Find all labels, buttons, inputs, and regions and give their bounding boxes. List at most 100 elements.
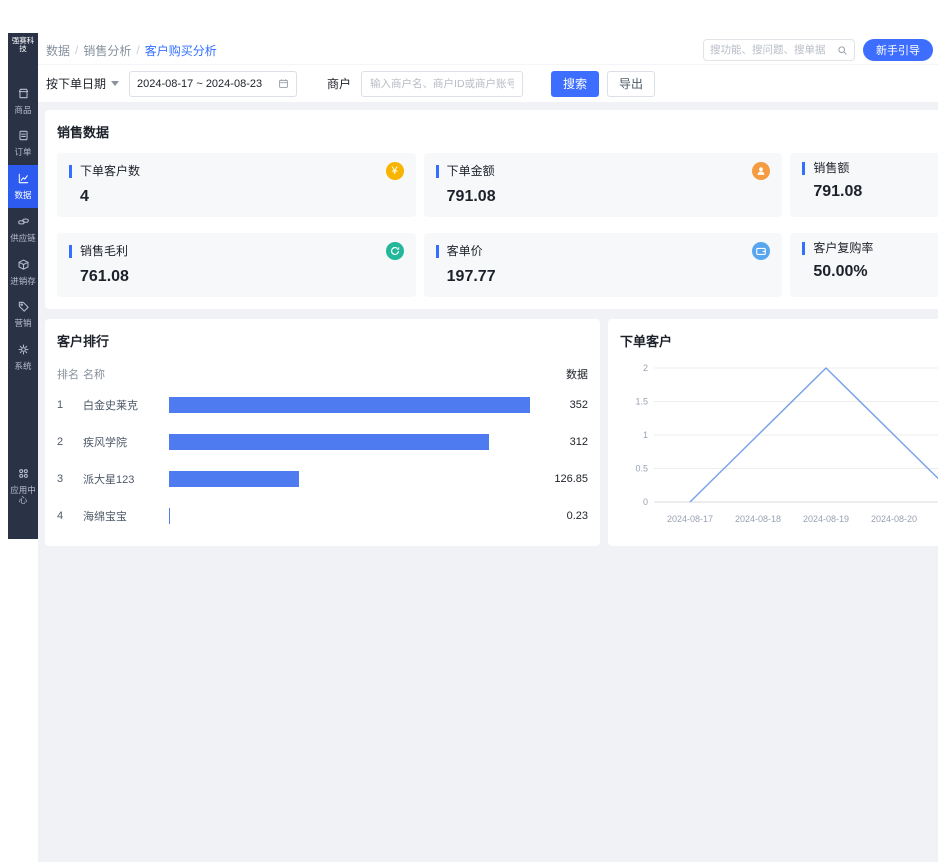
shop-icon <box>17 87 30 103</box>
sidebar-item-label: 数据 <box>14 191 31 201</box>
marketing-icon <box>17 300 30 316</box>
rank-number: 4 <box>57 510 83 522</box>
svg-text:2024-08-19: 2024-08-19 <box>803 514 849 524</box>
column-name: 名称 <box>83 366 169 382</box>
svg-text:1.5: 1.5 <box>635 397 648 407</box>
grid-icon <box>17 467 30 483</box>
beginner-guide-button[interactable]: 新手引导 <box>863 39 933 61</box>
date-range-value: 2024-08-17 ~ 2024-08-23 <box>137 78 262 90</box>
breadcrumb-current: 客户购买分析 <box>145 42 217 59</box>
stat-label: 客户复购率 <box>802 242 873 255</box>
rank-bar <box>169 471 299 487</box>
stat-value: 791.08 <box>813 183 938 201</box>
stats-grid: 下单客户数 ¥ 4 下单金额 791.08 销售额 791.08 <box>57 153 938 297</box>
sidebar-item-label: 商品 <box>14 106 31 116</box>
stat-card-avg-order-value: 客单价 197.77 <box>424 233 783 297</box>
topbar-right: 新手引导 <box>703 39 933 61</box>
svg-text:2024-08-17: 2024-08-17 <box>667 514 713 524</box>
breadcrumb-item[interactable]: 销售分析 <box>83 42 131 59</box>
svg-text:0.5: 0.5 <box>635 464 648 474</box>
export-button[interactable]: 导出 <box>607 71 655 97</box>
sidebar-item-orders[interactable]: 订单 <box>8 122 38 165</box>
stat-label: 下单金额 <box>436 165 495 178</box>
calendar-icon <box>278 78 289 89</box>
topbar: 数据 / 销售分析 / 客户购买分析 新手引导 <box>38 36 938 64</box>
sidebar-item-inventory[interactable]: 进销存 <box>8 251 38 294</box>
customer-circle-icon <box>752 162 770 180</box>
sidebar-item-app-center[interactable]: 应用中心 <box>8 460 38 513</box>
customer-name: 疾风学院 <box>83 434 169 450</box>
date-range-picker[interactable]: 2024-08-17 ~ 2024-08-23 <box>129 71 297 97</box>
column-rank: 排名 <box>57 366 83 382</box>
sidebar-item-supply-chain[interactable]: 供应链 <box>8 208 38 251</box>
sales-data-card: 销售数据 下单客户数 ¥ 4 下单金额 791.08 销售额 <box>45 110 938 309</box>
supply-chain-icon <box>17 215 30 231</box>
ranking-row: 3 派大星123 126.85 <box>57 460 588 497</box>
sidebar-item-data[interactable]: 数据 <box>8 165 38 208</box>
stat-label: 下单客户数 <box>69 165 140 178</box>
rank-number: 2 <box>57 436 83 448</box>
stat-value: 197.77 <box>447 268 771 286</box>
sidebar-item-label: 进销存 <box>10 277 36 287</box>
sidebar-item-label: 供应链 <box>10 234 36 244</box>
svg-text:2: 2 <box>643 363 648 373</box>
customer-name: 白金史莱克 <box>83 397 169 413</box>
rank-bar <box>169 397 530 413</box>
rank-value: 126.85 <box>530 473 588 485</box>
order-customers-title: 下单客户 <box>620 331 938 350</box>
rank-bar <box>169 434 489 450</box>
gear-icon <box>17 343 30 359</box>
breadcrumb-item[interactable]: 数据 <box>46 42 70 59</box>
customer-ranking-card: 客户排行 排名 名称 数据 1 白金史莱克 352 2 疾风学院 312 3 <box>45 319 600 546</box>
filter-bar: 按下单日期 2024-08-17 ~ 2024-08-23 商户 搜索 导出 <box>38 64 938 102</box>
customer-ranking-title: 客户排行 <box>57 331 588 350</box>
order-customers-card: 下单客户 00.511.522024-08-172024-08-182024-0… <box>608 319 938 546</box>
breadcrumb-separator: / <box>75 43 78 57</box>
customer-name: 派大星123 <box>83 471 169 487</box>
order-customers-chart: 00.511.522024-08-172024-08-182024-08-192… <box>620 356 938 534</box>
merchant-label: 商户 <box>327 75 351 92</box>
sidebar: 强赛科技 商品 订单 数据 供应链 进销存 营销 系统 <box>8 33 38 539</box>
stat-card-order-customers: 下单客户数 ¥ 4 <box>57 153 416 217</box>
search-icon <box>837 45 848 56</box>
stat-card-sales-amount: 销售额 791.08 <box>790 153 938 217</box>
stat-card-repurchase-rate: 客户复购率 50.00% <box>790 233 938 297</box>
rank-number: 3 <box>57 473 83 485</box>
search-button[interactable]: 搜索 <box>551 71 599 97</box>
ranking-row: 4 海绵宝宝 0.23 <box>57 497 588 534</box>
ranking-table-header: 排名 名称 数据 <box>57 366 588 382</box>
stat-card-gross-profit: 销售毛利 761.08 <box>57 233 416 297</box>
ranking-row: 2 疾风学院 312 <box>57 423 588 460</box>
inventory-icon <box>17 258 30 274</box>
date-type-label: 按下单日期 <box>46 75 106 92</box>
sidebar-item-label: 营销 <box>14 319 31 329</box>
sidebar-item-goods[interactable]: 商品 <box>8 80 38 123</box>
stat-label: 销售毛利 <box>69 245 128 258</box>
stat-value: 50.00% <box>813 263 938 281</box>
sales-data-title: 销售数据 <box>57 122 938 141</box>
sidebar-item-system[interactable]: 系统 <box>8 336 38 379</box>
brand-logo: 强赛科技 <box>8 33 38 58</box>
stat-label: 销售额 <box>802 162 849 175</box>
rank-number: 1 <box>57 399 83 411</box>
global-search-input[interactable] <box>710 44 837 56</box>
profit-circle-icon <box>386 242 404 260</box>
sidebar-item-label: 订单 <box>14 148 31 158</box>
stat-value: 4 <box>80 188 404 206</box>
bottom-row: 客户排行 排名 名称 数据 1 白金史莱克 352 2 疾风学院 312 3 <box>45 319 938 546</box>
stat-label: 客单价 <box>436 245 483 258</box>
sidebar-item-marketing[interactable]: 营销 <box>8 293 38 336</box>
chevron-down-icon <box>111 81 119 86</box>
global-search[interactable] <box>703 39 855 61</box>
sidebar-item-label: 系统 <box>14 362 31 372</box>
svg-text:2024-08-20: 2024-08-20 <box>871 514 917 524</box>
ranking-row: 1 白金史莱克 352 <box>57 386 588 423</box>
merchant-search-input[interactable] <box>361 71 523 97</box>
main-content: 销售数据 下单客户数 ¥ 4 下单金额 791.08 销售额 <box>38 102 938 862</box>
svg-text:2024-08-18: 2024-08-18 <box>735 514 781 524</box>
wallet-circle-icon <box>752 242 770 260</box>
sidebar-item-label: 应用中心 <box>8 486 38 506</box>
date-type-dropdown[interactable]: 按下单日期 <box>46 75 119 92</box>
svg-text:0: 0 <box>643 497 648 507</box>
stat-value: 761.08 <box>80 268 404 286</box>
